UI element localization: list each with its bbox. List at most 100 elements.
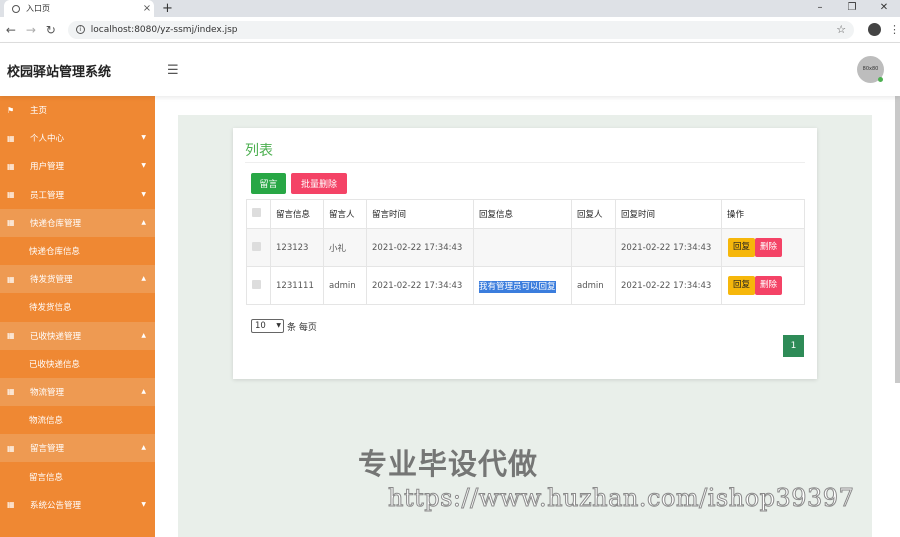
- column-header: 操作: [721, 199, 805, 229]
- grid-icon: ▦: [7, 331, 15, 341]
- sidebar-item[interactable]: 待发货信息: [0, 293, 155, 321]
- sidebar-item[interactable]: ▦ 用户管理 ▼: [0, 152, 155, 180]
- sidebar-item[interactable]: ▦ 个人中心 ▼: [0, 124, 155, 152]
- page-size-select[interactable]: 10 ▼: [251, 319, 284, 333]
- forward-arrow-icon[interactable]: →: [22, 23, 40, 37]
- pagination-page-1[interactable]: 1: [783, 335, 804, 357]
- sidebar-item-label: 已收快递信息: [29, 359, 81, 370]
- sidebar-item[interactable]: ▦ 留言管理 ▲: [0, 434, 155, 463]
- grid-icon: ▦: [7, 218, 15, 228]
- brand-title: 校园驿站管理系统: [7, 65, 112, 80]
- replier-cell: admin: [571, 266, 616, 305]
- new-tab-button[interactable]: +: [162, 0, 173, 17]
- flag-icon: ⚑: [7, 105, 15, 115]
- sidebar-item[interactable]: ▦ 快递仓库管理 ▲: [0, 208, 155, 237]
- avatar-text: 80x80: [862, 66, 879, 72]
- sidebar-item-label: 留言管理: [30, 444, 65, 455]
- column-header: 回复人: [571, 199, 616, 229]
- row-checkbox[interactable]: [252, 279, 261, 289]
- url-text: localhost:8080/yz-ssmj/index.jsp: [90, 24, 238, 35]
- column-header: 回复信息: [473, 199, 572, 229]
- tab-close-icon[interactable]: ×: [140, 3, 154, 14]
- sidebar-item[interactable]: ▦ 系统公告管理 ▼: [0, 491, 155, 519]
- avatar[interactable]: 80x80: [857, 56, 884, 83]
- add-message-button[interactable]: 留言: [251, 173, 286, 194]
- reply-button[interactable]: 回复: [728, 238, 756, 257]
- profile-icon[interactable]: [868, 23, 882, 36]
- scrollbar[interactable]: [895, 96, 900, 383]
- app-header: 校园驿站管理系统 ☰ 80x80: [0, 43, 900, 96]
- delete-button[interactable]: 删除: [755, 238, 783, 257]
- chevron-down-icon: ▼: [141, 500, 146, 508]
- restore-button[interactable]: ❐: [836, 0, 868, 17]
- sidebar-item-label: 快递仓库管理: [30, 218, 82, 229]
- sidebar-item-label: 主页: [30, 106, 48, 117]
- bulk-delete-button[interactable]: 批量删除: [291, 173, 347, 194]
- row-checkbox[interactable]: [252, 241, 261, 251]
- delete-button[interactable]: 删除: [755, 276, 783, 295]
- author-cell: 小礼: [323, 228, 367, 267]
- sidebar-item[interactable]: 已收快递信息: [0, 350, 155, 378]
- author-cell: admin: [323, 266, 367, 305]
- watermark-text: 专业毕设代做: [358, 447, 539, 481]
- reload-icon[interactable]: ↻: [42, 23, 60, 37]
- sidebar-item-label: 系统公告管理: [30, 500, 82, 511]
- sidebar-item[interactable]: ▦ 物流管理 ▲: [0, 377, 155, 407]
- sidebar-item[interactable]: ⚑ 主页: [0, 96, 155, 124]
- reply-cell: 我有管理员可以回复: [473, 266, 572, 305]
- sidebar-item[interactable]: ▦ 员工管理 ▼: [0, 181, 155, 209]
- chevron-up-icon: ▲: [141, 275, 146, 283]
- grid-icon: ▦: [7, 274, 15, 284]
- actions-cell: 回复 删除: [721, 266, 805, 305]
- select-all-cell: [246, 199, 271, 229]
- reply-time-cell: 2021-02-22 17:34:43: [615, 228, 722, 267]
- grid-icon: ▦: [7, 443, 15, 453]
- page-size-control: 10 ▼ 条 每页: [251, 319, 317, 333]
- message-cell: 1231111: [270, 266, 324, 305]
- window-controls: – ❐ ✕: [804, 0, 900, 17]
- hamburger-menu-icon[interactable]: ☰: [167, 63, 179, 78]
- sidebar-item[interactable]: 快递仓库信息: [0, 237, 155, 265]
- grid-icon: ▦: [7, 500, 15, 510]
- sidebar-item-label: 快递仓库信息: [29, 247, 81, 258]
- browser-tab[interactable]: 入口页 ×: [4, 0, 154, 17]
- sidebar-item-label: 个人中心: [30, 134, 65, 145]
- bookmark-star-icon[interactable]: ☆: [836, 23, 846, 36]
- online-status-dot: [878, 77, 883, 82]
- chevron-up-icon: ▲: [141, 387, 146, 395]
- sidebar-item[interactable]: 物流信息: [0, 406, 155, 434]
- sidebar-item-label: 员工管理: [30, 190, 65, 201]
- reply-time-cell: 2021-02-22 17:34:43: [615, 266, 722, 305]
- sidebar-item-label: 留言信息: [29, 472, 64, 483]
- time-cell: 2021-02-22 17:34:43: [366, 266, 474, 305]
- sidebar-item[interactable]: 留言信息: [0, 462, 155, 490]
- sidebar-item-label: 已收快递管理: [30, 331, 82, 342]
- grid-icon: ▦: [7, 133, 15, 143]
- page-size-value: 10: [255, 321, 266, 331]
- chevron-up-icon: ▲: [141, 218, 146, 226]
- chevron-down-icon: ▼: [141, 162, 146, 170]
- table-header-row: 留言信息 留言人 留言时间 回复信息 回复人 回复时间 操作: [246, 199, 805, 229]
- sidebar-item[interactable]: ▦ 待发货管理 ▲: [0, 265, 155, 294]
- tab-title: 入口页: [26, 4, 50, 13]
- watermark-url: https://www.huzhan.com/ishop39397: [387, 484, 855, 513]
- selected-reply-text: 我有管理员可以回复: [479, 280, 556, 293]
- reply-cell: [473, 228, 572, 267]
- chevron-down-icon: ▼: [276, 322, 281, 329]
- minimize-button[interactable]: –: [804, 0, 836, 17]
- sidebar-item-label: 物流信息: [29, 416, 64, 427]
- select-all-checkbox[interactable]: [252, 208, 261, 217]
- sidebar-item-label: 物流管理: [30, 387, 65, 398]
- sidebar-item[interactable]: ▦ 已收快递管理 ▲: [0, 321, 155, 350]
- globe-icon: [12, 4, 20, 13]
- back-arrow-icon[interactable]: ←: [2, 23, 20, 37]
- sidebar-item-label: 待发货信息: [29, 303, 72, 314]
- reply-button[interactable]: 回复: [728, 276, 756, 295]
- time-cell: 2021-02-22 17:34:43: [366, 228, 474, 267]
- grid-icon: ▦: [7, 190, 15, 200]
- more-menu-icon[interactable]: ⋮: [889, 23, 900, 36]
- close-window-button[interactable]: ✕: [868, 0, 900, 17]
- title-divider: [245, 162, 805, 163]
- info-icon[interactable]: i: [75, 25, 85, 34]
- url-input[interactable]: i localhost:8080/yz-ssmj/index.jsp ☆: [67, 20, 855, 39]
